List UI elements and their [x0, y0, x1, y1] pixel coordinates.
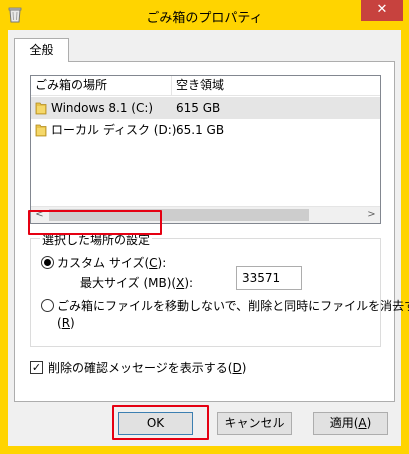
column-header-location[interactable]: ごみ箱の場所 — [31, 76, 172, 96]
free-space: 615 GB — [176, 101, 221, 115]
cancel-button[interactable]: キャンセル — [217, 412, 292, 435]
list-header: ごみ箱の場所 空き領域 — [31, 76, 380, 96]
location-name: ローカル ディスク (D:) — [51, 123, 177, 137]
drive-folder-icon — [35, 102, 47, 115]
dialog-client-area: 全般 ごみ箱の場所 空き領域 Windows 8.1 (C:) 615 GB ロ… — [8, 30, 409, 446]
checkbox-checked-icon[interactable]: ✓ — [30, 361, 43, 374]
confirm-delete-label: 削除の確認メッセージを表示する(D) — [48, 361, 247, 375]
close-button[interactable]: ✕ — [361, 0, 403, 21]
location-settings-group: 選択した場所の設定 カスタム サイズ(C): 最大サイズ (MB)(X): 33… — [30, 231, 409, 347]
radio-button-unchecked[interactable] — [41, 299, 54, 312]
window-title: ごみ箱のプロパティ — [146, 11, 263, 26]
list-item[interactable]: ローカル ディスク (D:) 65.1 GB — [31, 119, 380, 141]
confirm-delete-checkbox[interactable]: ✓ 削除の確認メッセージを表示する(D) — [30, 359, 290, 377]
title-bar[interactable]: ごみ箱のプロパティ ✕ — [0, 0, 409, 30]
location-list[interactable]: ごみ箱の場所 空き領域 Windows 8.1 (C:) 615 GB ローカル… — [30, 75, 381, 224]
properties-window: ごみ箱のプロパティ ✕ 全般 ごみ箱の場所 空き領域 Windows 8.1 (… — [0, 0, 409, 454]
custom-size-label: カスタム サイズ(C): — [57, 256, 167, 270]
column-header-free-space[interactable]: 空き領域 — [172, 76, 380, 96]
location-name: Windows 8.1 (C:) — [51, 101, 154, 115]
radio-button-checked[interactable] — [41, 256, 54, 269]
highlight-custom-size — [28, 210, 162, 235]
delete-immediately-radio[interactable]: ごみ箱にファイルを移動しないで、削除と同時にファイルを消去する (R) — [41, 297, 409, 330]
highlight-ok-button — [112, 405, 209, 440]
max-size-input[interactable]: 33571 — [236, 266, 302, 290]
custom-size-radio[interactable]: カスタム サイズ(C): — [41, 254, 361, 272]
delete-immediately-accel: (R) — [57, 316, 75, 330]
max-size-label: 最大サイズ (MB)(X): — [80, 276, 194, 290]
apply-button[interactable]: 適用(A) — [313, 412, 388, 435]
tab-general[interactable]: 全般 — [14, 38, 69, 62]
free-space: 65.1 GB — [176, 123, 225, 137]
scroll-right-arrow-icon[interactable]: > — [363, 207, 380, 223]
list-item[interactable]: Windows 8.1 (C:) 615 GB — [31, 97, 380, 119]
delete-immediately-label: ごみ箱にファイルを移動しないで、削除と同時にファイルを消去する — [57, 299, 409, 313]
drive-folder-icon — [35, 124, 47, 137]
